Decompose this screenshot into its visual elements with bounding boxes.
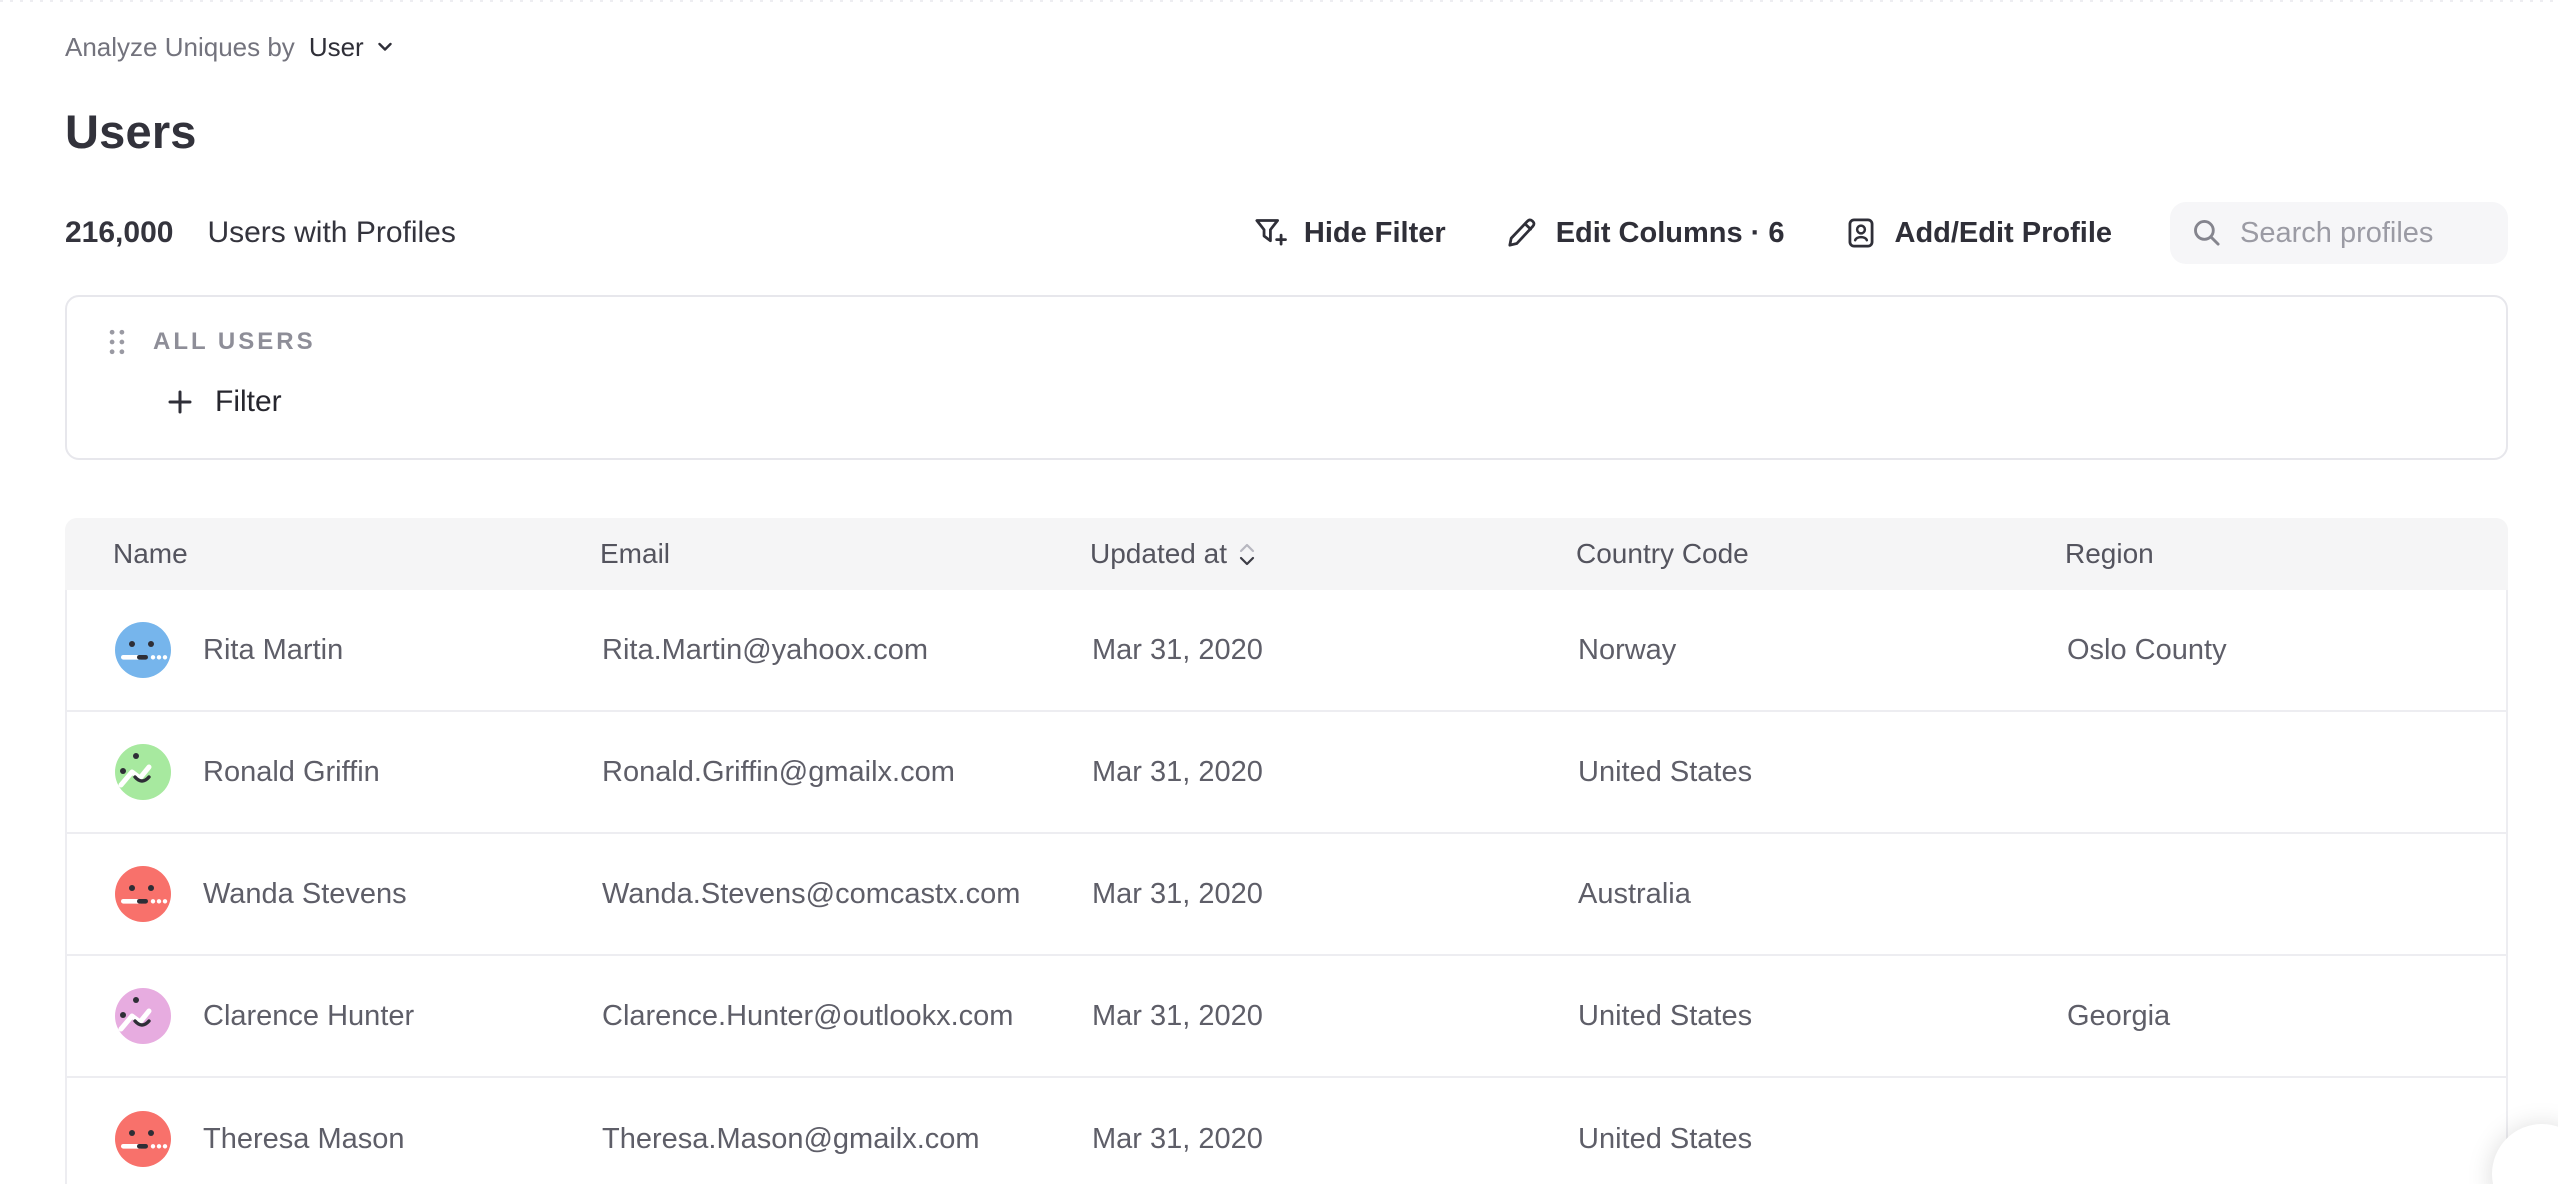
- user-country-code: United States: [1578, 1123, 1752, 1156]
- search-profiles-input[interactable]: [2240, 217, 2488, 250]
- analyze-by-value: User: [309, 32, 364, 63]
- profile-count-label: Users with Profiles: [207, 216, 455, 250]
- user-country-code: Norway: [1578, 634, 1676, 667]
- user-avatar: [115, 622, 171, 678]
- column-header-email[interactable]: Email: [552, 538, 1042, 570]
- pencil-icon: [1504, 215, 1540, 251]
- user-country-code: United States: [1578, 756, 1752, 789]
- table-row[interactable]: Rita Martin Rita.Martin@yahoox.com Mar 3…: [67, 590, 2506, 712]
- user-email: Rita.Martin@yahoox.com: [602, 634, 928, 667]
- stats-toolbar-row: 216,000 Users with Profiles Hide Filter …: [65, 201, 2508, 265]
- sort-icon[interactable]: [1239, 543, 1255, 566]
- user-updated-at: Mar 31, 2020: [1092, 1123, 1263, 1156]
- column-header-label: Country Code: [1576, 538, 1749, 570]
- user-country-code: United States: [1578, 1000, 1752, 1033]
- users-table: Name Email Updated at Country Code Regio…: [65, 518, 2508, 1184]
- toolbar: Hide Filter Edit Columns · 6 Add/Edit Pr…: [1252, 202, 2508, 264]
- chevron-down-icon: [374, 36, 396, 58]
- column-header-updated-at[interactable]: Updated at: [1042, 538, 1528, 570]
- column-header-country-code[interactable]: Country Code: [1528, 538, 2017, 570]
- user-email: Ronald.Griffin@gmailx.com: [602, 756, 955, 789]
- table-body: Rita Martin Rita.Martin@yahoox.com Mar 3…: [67, 590, 2506, 1184]
- user-avatar: [115, 1111, 171, 1167]
- table-header-row: Name Email Updated at Country Code Regio…: [65, 518, 2508, 590]
- user-name: Ronald Griffin: [203, 756, 380, 789]
- users-page: Analyze Uniques by User Users 216,000 Us…: [0, 0, 2558, 1184]
- user-email: Theresa.Mason@gmailx.com: [602, 1123, 980, 1156]
- table-row[interactable]: Theresa Mason Theresa.Mason@gmailx.com M…: [67, 1078, 2506, 1184]
- add-edit-profile-button[interactable]: Add/Edit Profile: [1843, 215, 2113, 251]
- table-row[interactable]: Clarence Hunter Clarence.Hunter@outlookx…: [67, 956, 2506, 1078]
- user-updated-at: Mar 31, 2020: [1092, 878, 1263, 911]
- table-row[interactable]: Wanda Stevens Wanda.Stevens@comcastx.com…: [67, 834, 2506, 956]
- analyze-uniques-row: Analyze Uniques by User: [65, 28, 2508, 66]
- hide-filter-button[interactable]: Hide Filter: [1252, 215, 1446, 251]
- user-region: Georgia: [2067, 1000, 2170, 1033]
- user-avatar: [115, 744, 171, 800]
- filter-plus-icon: [1252, 215, 1288, 251]
- user-name: Clarence Hunter: [203, 1000, 414, 1033]
- add-filter-label: Filter: [215, 385, 282, 419]
- profile-card-icon: [1843, 215, 1879, 251]
- column-header-region[interactable]: Region: [2017, 538, 2508, 570]
- user-name: Wanda Stevens: [203, 878, 407, 911]
- add-filter-button[interactable]: Filter: [165, 385, 282, 419]
- filter-group-label: ALL USERS: [153, 328, 316, 356]
- add-edit-profile-label: Add/Edit Profile: [1895, 217, 2113, 250]
- profile-count: 216,000: [65, 216, 173, 250]
- filter-group-header: ALL USERS: [103, 323, 2506, 361]
- column-header-label: Email: [600, 538, 670, 570]
- analyze-uniques-label: Analyze Uniques by: [65, 32, 295, 63]
- hide-filter-label: Hide Filter: [1304, 217, 1446, 250]
- column-header-label: Region: [2065, 538, 2154, 570]
- user-avatar: [115, 988, 171, 1044]
- user-avatar: [115, 866, 171, 922]
- column-header-name[interactable]: Name: [65, 538, 552, 570]
- edit-columns-label: Edit Columns · 6: [1556, 217, 1785, 250]
- user-updated-at: Mar 31, 2020: [1092, 634, 1263, 667]
- edit-columns-button[interactable]: Edit Columns · 6: [1504, 215, 1785, 251]
- user-updated-at: Mar 31, 2020: [1092, 756, 1263, 789]
- drag-handle-icon[interactable]: [103, 324, 131, 360]
- user-email: Clarence.Hunter@outlookx.com: [602, 1000, 1013, 1033]
- search-profiles-box[interactable]: [2170, 202, 2508, 264]
- user-country-code: Australia: [1578, 878, 1691, 911]
- column-header-label: Updated at: [1090, 538, 1227, 570]
- top-dotted-divider: [0, 0, 2558, 2]
- profile-count-group: 216,000 Users with Profiles: [65, 216, 456, 250]
- column-header-label: Name: [113, 538, 188, 570]
- search-icon: [2190, 216, 2224, 250]
- user-updated-at: Mar 31, 2020: [1092, 1000, 1263, 1033]
- user-name: Theresa Mason: [203, 1123, 405, 1156]
- page-title: Users: [65, 104, 2508, 159]
- plus-icon: [165, 387, 195, 417]
- analyze-by-dropdown[interactable]: User: [309, 32, 396, 63]
- table-row[interactable]: Ronald Griffin Ronald.Griffin@gmailx.com…: [67, 712, 2506, 834]
- user-region: Oslo County: [2067, 634, 2227, 667]
- user-email: Wanda.Stevens@comcastx.com: [602, 878, 1020, 911]
- filter-panel: ALL USERS Filter: [65, 295, 2508, 460]
- user-name: Rita Martin: [203, 634, 343, 667]
